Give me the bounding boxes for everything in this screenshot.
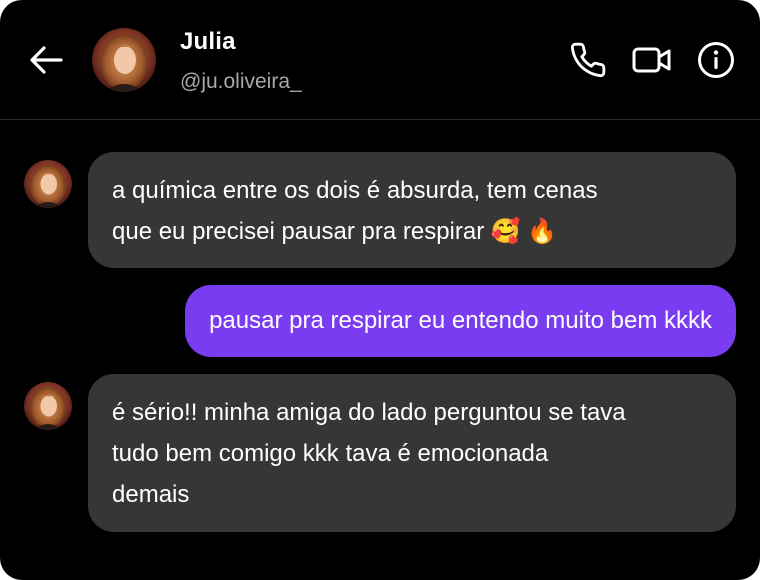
video-call-button[interactable] [630, 38, 674, 82]
chat-window: Julia @ju.oliveira_ a química entre os d… [0, 0, 760, 580]
incoming-message-bubble[interactable]: é sério!! minha amiga do lado perguntou … [88, 374, 736, 532]
contact-handle: @ju.oliveira_ [180, 70, 302, 93]
incoming-message-bubble[interactable]: a química entre os dois é absurda, tem c… [88, 152, 736, 268]
back-arrow-icon [30, 46, 63, 74]
video-camera-icon [632, 47, 671, 73]
phone-icon [570, 42, 606, 78]
info-icon [698, 42, 734, 78]
back-button[interactable] [26, 40, 66, 80]
sender-avatar[interactable] [24, 382, 72, 430]
chat-header: Julia @ju.oliveira_ [0, 0, 760, 120]
sender-avatar[interactable] [24, 160, 72, 208]
contact-name[interactable]: Julia [180, 28, 236, 56]
voice-call-button[interactable] [566, 38, 610, 82]
contact-avatar[interactable] [92, 28, 156, 92]
info-button[interactable] [694, 38, 738, 82]
outgoing-message-bubble[interactable]: pausar pra respirar eu entendo muito bem… [185, 285, 736, 357]
